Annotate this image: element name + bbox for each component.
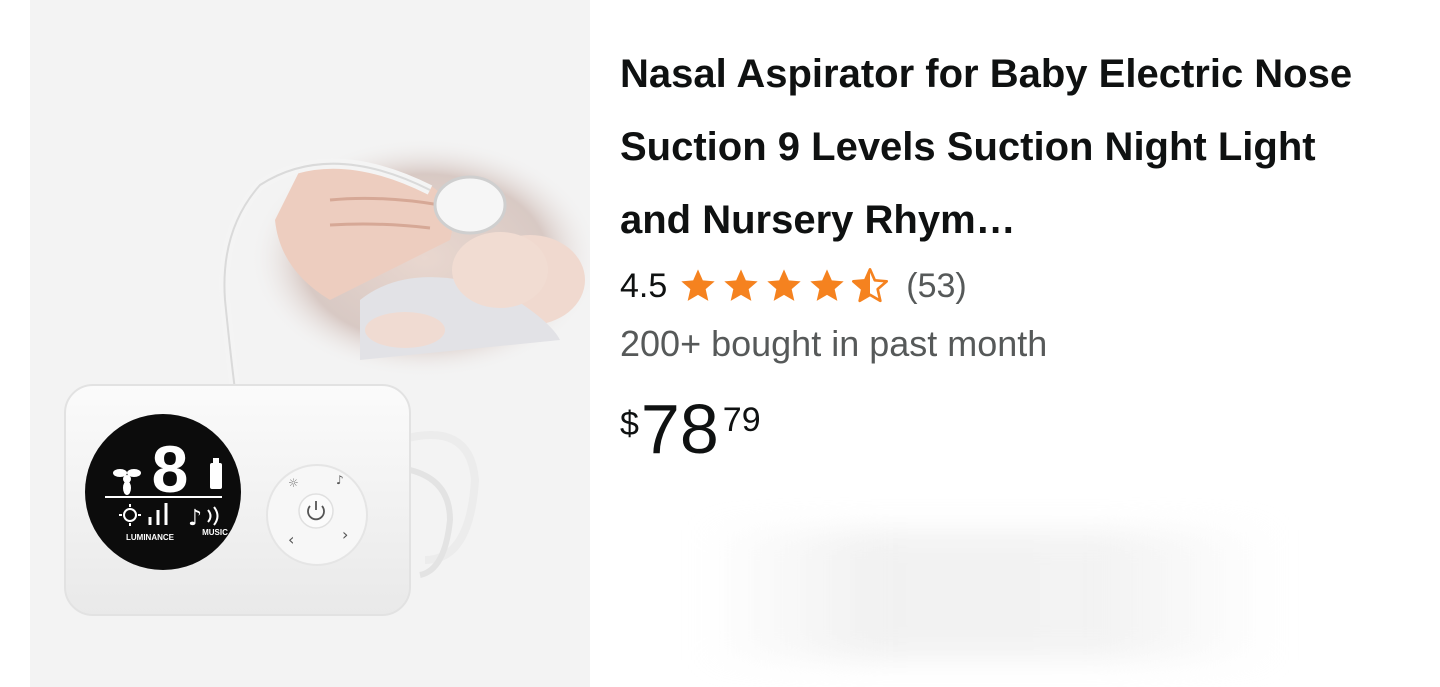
svg-text:♪: ♪	[336, 473, 344, 487]
bought-in-past-month: 200+ bought in past month	[620, 323, 1048, 364]
product-details: Nasal Aspirator for Baby Electric Nose S…	[620, 38, 1400, 465]
star-rating	[677, 266, 892, 306]
rating-value: 4.5	[620, 266, 668, 305]
svg-text:♪: ♪	[188, 506, 202, 531]
star-full-icon	[767, 269, 801, 301]
review-count-link[interactable]: (53)	[906, 267, 966, 306]
product-photo: 8 ♪ LUMINANCE MUSIC ☼ ♪ ‹ ›	[64, 138, 590, 616]
product-image[interactable]: 8 ♪ LUMINANCE MUSIC ☼ ♪ ‹ ›	[30, 0, 590, 687]
svg-text:☼: ☼	[288, 476, 299, 490]
baby-scene	[250, 138, 590, 378]
svg-text:MUSIC: MUSIC	[202, 528, 228, 537]
price-whole: 78	[640, 390, 719, 468]
star-full-icon	[724, 269, 758, 301]
star-half-icon	[852, 268, 889, 303]
rating-row[interactable]: 4.5 (53)	[620, 263, 1400, 309]
star-full-icon	[681, 269, 715, 301]
price-fraction: 79	[722, 401, 761, 439]
svg-text:‹: ‹	[288, 530, 294, 549]
faded-placeholder	[700, 530, 1280, 660]
device-buttons: ☼ ♪ ‹ ›	[266, 464, 368, 566]
svg-text:›: ›	[342, 525, 348, 544]
display-digit: 8	[152, 432, 189, 506]
svg-text:LUMINANCE: LUMINANCE	[126, 533, 175, 542]
price-symbol: $	[620, 405, 639, 443]
star-full-icon	[810, 269, 844, 301]
product-title[interactable]: Nasal Aspirator for Baby Electric Nose S…	[620, 38, 1380, 257]
price: $ 78 79	[620, 393, 1400, 465]
